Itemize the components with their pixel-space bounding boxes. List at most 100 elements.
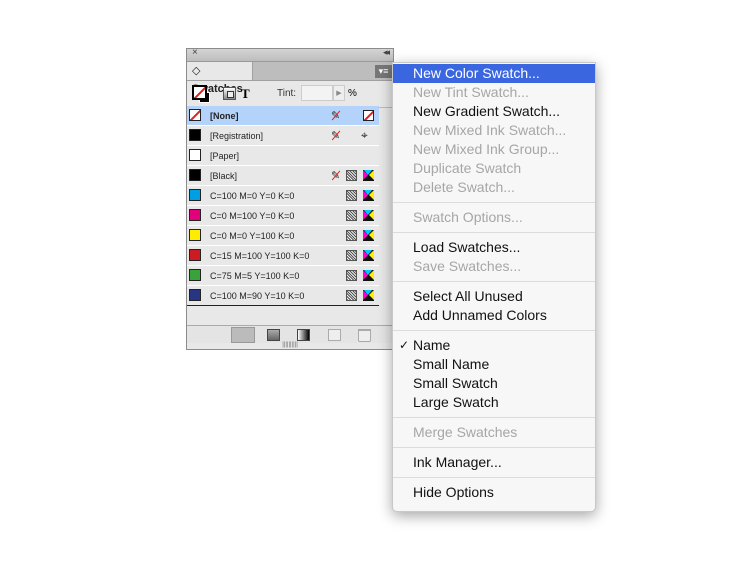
menu-item-ink-manager[interactable]: Ink Manager... <box>393 453 595 472</box>
close-icon[interactable]: × <box>192 47 198 58</box>
swatch-color-chip <box>189 109 201 121</box>
swatch-name: C=15 M=100 Y=100 K=0 <box>210 251 310 261</box>
swatch-color-chip <box>189 229 201 241</box>
swatch-row[interactable]: [Black] ✎ <box>187 166 379 186</box>
menu-item-select-all-unused[interactable]: Select All Unused <box>393 287 595 306</box>
process-color-icon <box>346 250 357 261</box>
fill-stroke-icon[interactable] <box>192 85 212 103</box>
cmyk-mode-icon <box>363 190 374 201</box>
menu-item-label: Name <box>413 337 451 353</box>
cmyk-mode-icon <box>363 250 374 261</box>
panel-flyout-menu: New Color Swatch... New Tint Swatch... New… <box>392 62 596 512</box>
swatch-row[interactable]: C=100 M=0 Y=0 K=0 <box>187 186 379 206</box>
menu-separator <box>393 330 595 331</box>
show-all-swatches-icon[interactable] <box>231 327 255 343</box>
swatch-color-chip <box>189 189 201 201</box>
panel-bottom-bar <box>187 325 393 343</box>
swatch-color-chip <box>189 129 201 141</box>
menu-item-new-color-swatch[interactable]: New Color Swatch... <box>393 64 595 83</box>
menu-item-merge-swatches: Merge Swatches <box>393 423 595 442</box>
menu-item-label: Swatch Options... <box>413 209 523 225</box>
swatch-row[interactable]: C=75 M=5 Y=100 K=0 <box>187 266 379 286</box>
process-color-icon <box>346 190 357 201</box>
menu-separator <box>393 417 595 418</box>
cmyk-mode-icon <box>363 270 374 281</box>
cannot-edit-icon: ✎ <box>331 170 341 182</box>
menu-item-add-unnamed-colors[interactable]: Add Unnamed Colors <box>393 306 595 325</box>
swatch-name: [Registration] <box>210 131 264 141</box>
cmyk-mode-icon <box>363 230 374 241</box>
menu-item-new-mixed-ink-group: New Mixed Ink Group... <box>393 140 595 159</box>
menu-item-delete-swatch: Delete Swatch... <box>393 178 595 197</box>
swatch-row[interactable]: [Paper] <box>187 146 379 166</box>
menu-item-label: Small Swatch <box>413 375 498 391</box>
menu-item-label: New Mixed Ink Group... <box>413 141 560 157</box>
menu-item-small-name[interactable]: Small Name <box>393 355 595 374</box>
collapse-icon[interactable]: ◂◂ <box>383 47 390 58</box>
swatch-row[interactable]: C=0 M=0 Y=100 K=0 <box>187 226 379 246</box>
menu-item-label: New Gradient Swatch... <box>413 103 561 119</box>
swatch-row[interactable]: [None] ✎ <box>187 106 379 126</box>
menu-separator <box>393 281 595 282</box>
tint-input[interactable] <box>301 85 333 101</box>
panel-titlebar[interactable]: × ◂◂ <box>187 47 393 62</box>
menu-item-label: Delete Swatch... <box>413 179 515 195</box>
menu-item-hide-options[interactable]: Hide Options <box>393 483 595 502</box>
swatch-row[interactable]: [Registration] ✎ ⌖ <box>187 126 379 146</box>
menu-item-small-swatch[interactable]: Small Swatch <box>393 374 595 393</box>
formatting-text-icon[interactable]: T <box>241 86 250 102</box>
new-swatch-icon[interactable] <box>328 329 341 341</box>
menu-separator <box>393 447 595 448</box>
menu-item-new-mixed-ink-swatch: New Mixed Ink Swatch... <box>393 121 595 140</box>
menu-item-load-swatches[interactable]: Load Swatches... <box>393 238 595 257</box>
swatch-color-chip <box>189 269 201 281</box>
process-color-icon <box>346 210 357 221</box>
menu-item-label: Save Swatches... <box>413 258 522 274</box>
resize-grip[interactable]: |||||||||| <box>187 342 393 350</box>
swatch-name: [Paper] <box>210 151 240 161</box>
swatch-name: C=100 M=90 Y=10 K=0 <box>210 291 305 301</box>
menu-item-label: Add Unnamed Colors <box>413 307 547 323</box>
process-color-icon <box>346 230 357 241</box>
menu-item-label: Large Swatch <box>413 394 499 410</box>
cmyk-mode-icon <box>363 290 374 301</box>
menu-item-label: Load Swatches... <box>413 239 521 255</box>
swatch-color-chip <box>189 249 201 261</box>
menu-item-name[interactable]: ✓ Name <box>393 336 595 355</box>
cannot-edit-icon: ✎ <box>331 130 341 142</box>
menu-item-label: Ink Manager... <box>413 454 502 470</box>
swatch-color-chip <box>189 169 201 181</box>
show-gradient-swatches-icon[interactable] <box>297 329 310 341</box>
menu-separator <box>393 477 595 478</box>
menu-item-label: Merge Swatches <box>413 424 518 440</box>
menu-item-save-swatches: Save Swatches... <box>393 257 595 276</box>
menu-item-large-swatch[interactable]: Large Swatch <box>393 393 595 412</box>
swatch-color-chip <box>189 209 201 221</box>
menu-item-new-gradient-swatch[interactable]: New Gradient Swatch... <box>393 102 595 121</box>
menu-item-swatch-options: Swatch Options... <box>393 208 595 227</box>
process-color-icon <box>346 170 357 181</box>
tab-swatches[interactable]: ◇ Swatches <box>187 62 253 95</box>
swatch-row[interactable]: C=100 M=90 Y=10 K=0 <box>187 286 379 306</box>
tab-row: ◇ Swatches ▾≡ <box>187 62 393 95</box>
menu-separator <box>393 202 595 203</box>
show-color-swatches-icon[interactable] <box>267 329 280 341</box>
swatch-name: C=0 M=0 Y=100 K=0 <box>210 231 295 241</box>
process-color-icon <box>346 270 357 281</box>
menu-item-duplicate-swatch: Duplicate Swatch <box>393 159 595 178</box>
menu-item-label: New Color Swatch... <box>413 65 540 81</box>
menu-item-label: Small Name <box>413 356 490 372</box>
swatch-row[interactable]: C=0 M=100 Y=0 K=0 <box>187 206 379 226</box>
swatches-panel: × ◂◂ ◇ Swatches ▾≡ T Tint: ▶ % [None] ✎ [R… <box>186 47 394 350</box>
tint-label: Tint: <box>277 88 297 99</box>
swatch-name: C=75 M=5 Y=100 K=0 <box>210 271 300 281</box>
swatch-list: [None] ✎ [Registration] ✎ ⌖ [Paper] [Black] ✎ C=… <box>187 106 379 306</box>
formatting-container-icon[interactable] <box>223 87 236 100</box>
tint-slider-arrow[interactable]: ▶ <box>333 85 345 101</box>
process-color-icon <box>346 290 357 301</box>
panel-menu-button[interactable]: ▾≡ <box>375 65 392 78</box>
swatch-row[interactable]: C=15 M=100 Y=100 K=0 <box>187 246 379 266</box>
menu-item-label: New Mixed Ink Swatch... <box>413 122 567 138</box>
trash-icon[interactable] <box>358 329 371 342</box>
menu-item-label: Hide Options <box>413 484 494 500</box>
